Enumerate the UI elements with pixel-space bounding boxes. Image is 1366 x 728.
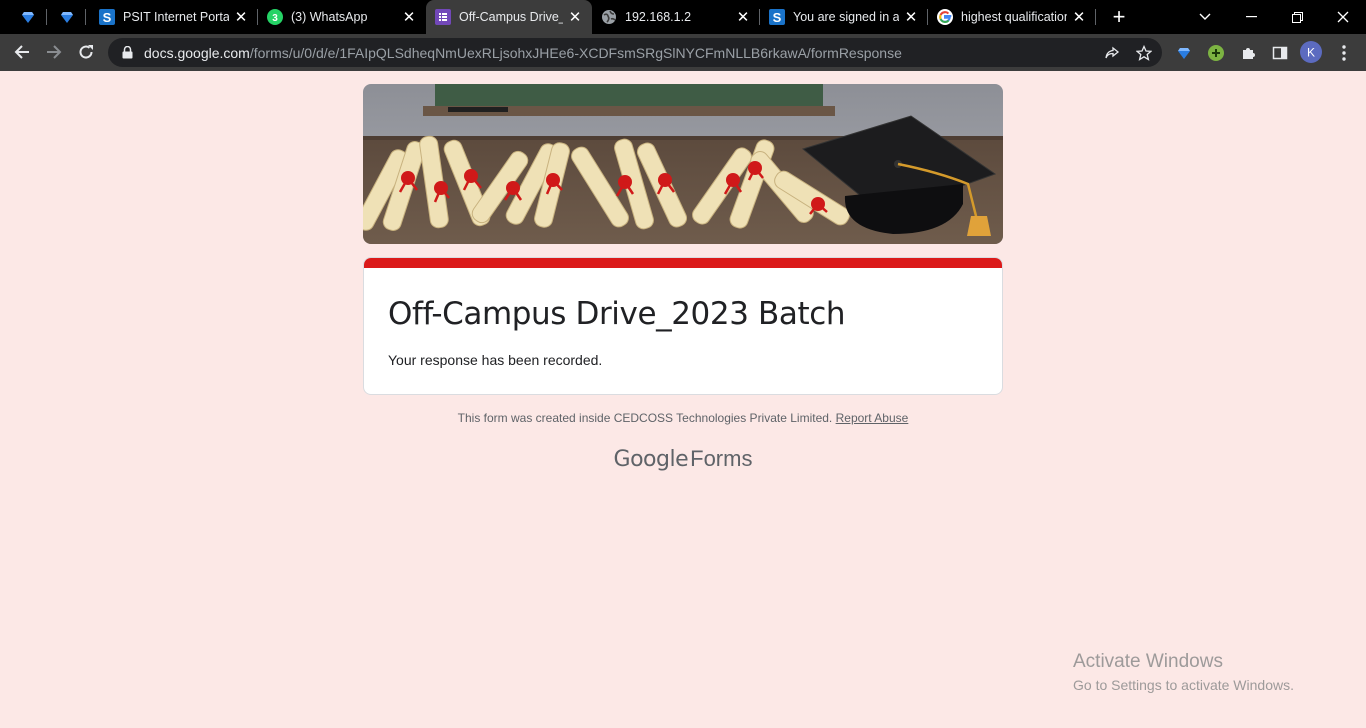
diamond-icon bbox=[22, 12, 34, 23]
forms-wordmark: Forms bbox=[690, 446, 753, 471]
watermark-title: Activate Windows bbox=[1073, 651, 1223, 672]
menu-kebab-icon[interactable] bbox=[1334, 43, 1354, 63]
tab-whatsapp[interactable]: 3 (3) WhatsApp ✕ bbox=[258, 0, 426, 34]
diamond-icon bbox=[61, 12, 73, 23]
tab-google-search[interactable]: highest qualification ✕ bbox=[928, 0, 1096, 34]
svg-text:3: 3 bbox=[272, 13, 278, 24]
pinned-tab-2[interactable] bbox=[49, 0, 85, 34]
minimize-button[interactable] bbox=[1228, 0, 1274, 34]
activate-windows-watermark: Activate Windows Go to Settings to activ… bbox=[1073, 651, 1294, 693]
svg-text:S: S bbox=[103, 10, 112, 25]
close-icon[interactable]: ✕ bbox=[233, 9, 249, 26]
tab-signed-in[interactable]: S You are signed in as ✕ bbox=[760, 0, 928, 34]
svg-text:S: S bbox=[773, 10, 782, 25]
url-text[interactable]: docs.google.com/forms/u/0/d/e/1FAIpQLSdh… bbox=[144, 45, 902, 61]
tab-title: You are signed in as bbox=[793, 10, 899, 24]
tab-strip: S PSIT Internet Portal ✕ 3 (3) WhatsApp … bbox=[0, 0, 1366, 34]
reload-icon bbox=[79, 45, 93, 59]
tab-psit-portal[interactable]: S PSIT Internet Portal ✕ bbox=[90, 0, 258, 34]
tab-title: highest qualification bbox=[961, 10, 1067, 24]
form-header-image bbox=[363, 84, 1003, 244]
green-extension-icon[interactable] bbox=[1206, 43, 1226, 63]
back-button[interactable] bbox=[8, 38, 36, 66]
diamond-extension-icon[interactable] bbox=[1174, 43, 1194, 63]
report-abuse-link[interactable]: Report Abuse bbox=[836, 411, 909, 425]
reload-button[interactable] bbox=[72, 38, 100, 66]
close-icon[interactable]: ✕ bbox=[1071, 9, 1087, 26]
bookmark-star-icon[interactable] bbox=[1135, 44, 1153, 62]
pinned-tab-1[interactable] bbox=[10, 0, 46, 34]
google-wordmark: Google bbox=[613, 447, 689, 472]
whatsapp-icon: 3 bbox=[267, 9, 283, 25]
restore-icon bbox=[1291, 11, 1303, 23]
restore-button[interactable] bbox=[1274, 0, 1320, 34]
close-icon[interactable]: ✕ bbox=[735, 9, 751, 26]
tab-forms-active[interactable]: Off-Campus Drive_2023 Batch ✕ bbox=[426, 0, 592, 34]
close-window-button[interactable] bbox=[1320, 0, 1366, 34]
address-bar[interactable]: docs.google.com/forms/u/0/d/e/1FAIpQLSdh… bbox=[108, 38, 1162, 67]
tab-title: PSIT Internet Portal bbox=[123, 10, 229, 24]
tab-title: (3) WhatsApp bbox=[291, 10, 368, 24]
google-forms-logo[interactable]: GoogleForms bbox=[363, 446, 1003, 472]
footer-note: This form was created inside CEDCOSS Tec… bbox=[363, 411, 1003, 425]
s-logo-icon: S bbox=[99, 9, 115, 25]
tab-search-button[interactable] bbox=[1182, 0, 1228, 34]
s-logo-icon: S bbox=[769, 9, 785, 25]
tab-title: Off-Campus Drive_2023 Batch bbox=[459, 10, 563, 24]
close-icon[interactable]: ✕ bbox=[401, 9, 417, 26]
google-g-icon bbox=[937, 9, 953, 25]
profile-avatar[interactable]: K bbox=[1300, 41, 1322, 63]
arrow-left-icon bbox=[14, 45, 29, 59]
new-tab-button[interactable]: + bbox=[1107, 4, 1131, 29]
arrow-right-icon bbox=[47, 45, 62, 59]
url-path: /forms/u/0/d/e/1FAIpQLSdheqNmUexRLjsohxJ… bbox=[249, 44, 902, 61]
puzzle-extensions-icon[interactable] bbox=[1238, 43, 1258, 63]
forward-button[interactable] bbox=[40, 38, 68, 66]
minimize-icon bbox=[1245, 16, 1257, 18]
svg-text:K: K bbox=[1307, 46, 1315, 60]
tab-router[interactable]: 192.168.1.2 ✕ bbox=[592, 0, 760, 34]
google-forms-icon bbox=[435, 9, 451, 25]
globe-icon bbox=[601, 9, 617, 25]
confirmation-message: Your response has been recorded. bbox=[388, 352, 603, 368]
tab-title: 192.168.1.2 bbox=[625, 10, 692, 24]
form-title: Off-Campus Drive_2023 Batch bbox=[388, 296, 846, 332]
card-accent-stripe bbox=[364, 258, 1002, 268]
footer-text: This form was created inside CEDCOSS Tec… bbox=[457, 411, 833, 425]
close-icon[interactable]: ✕ bbox=[903, 9, 919, 26]
close-icon bbox=[1337, 11, 1349, 23]
form-response-card: Off-Campus Drive_2023 Batch Your respons… bbox=[363, 257, 1003, 395]
url-host: docs.google.com bbox=[144, 44, 250, 61]
close-icon[interactable]: ✕ bbox=[567, 9, 583, 26]
browser-toolbar: docs.google.com/forms/u/0/d/e/1FAIpQLSdh… bbox=[0, 34, 1366, 71]
side-panel-icon[interactable] bbox=[1270, 43, 1290, 63]
watermark-subtitle: Go to Settings to activate Windows. bbox=[1073, 677, 1294, 693]
share-icon[interactable] bbox=[1103, 44, 1121, 62]
chevron-down-icon bbox=[1199, 13, 1211, 20]
lock-icon[interactable] bbox=[120, 46, 134, 60]
